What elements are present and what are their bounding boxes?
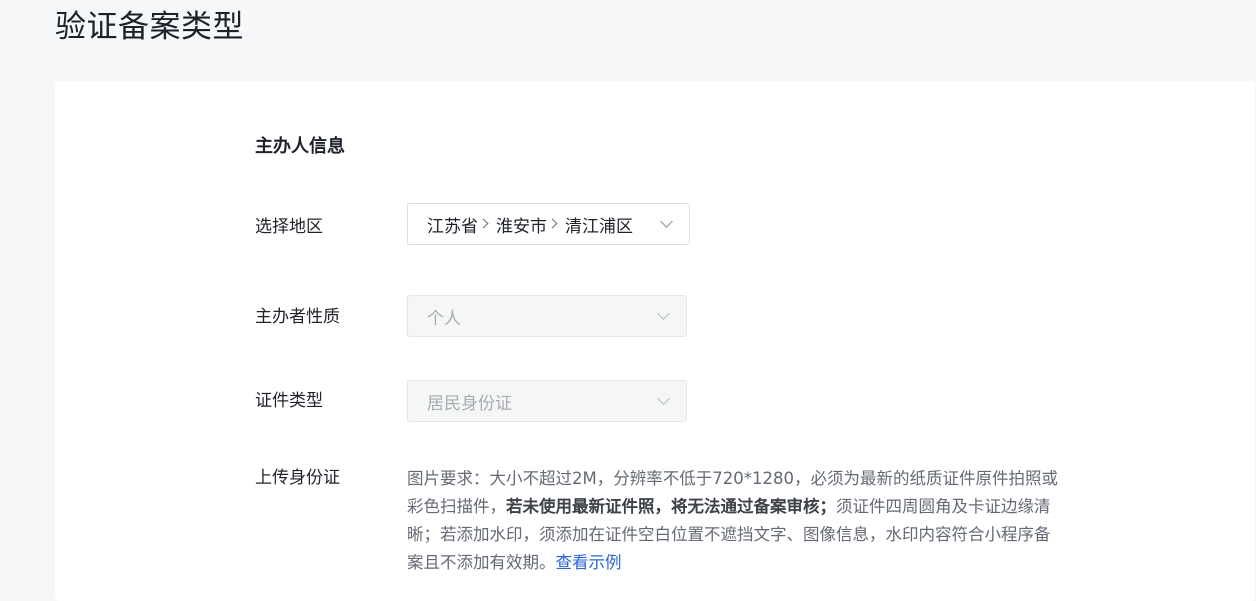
id-type-label: 证件类型 (255, 391, 323, 411)
upload-requirements: 图片要求：大小不超过2M，分辨率不低于720*1280，必须为最新的纸质证件原件… (407, 465, 1062, 577)
organizer-type-label: 主办者性质 (255, 307, 340, 327)
requirement-warning: 若未使用最新证件照，将无法通过备案审核； (506, 497, 836, 516)
chevron-right-icon (478, 218, 489, 228)
region-province: 江苏省 (427, 216, 478, 237)
form-card: 主办人信息 选择地区 江苏省 淮安市 清江浦区 主办者性质 个人 证件类型 居民… (55, 81, 1255, 601)
id-type-select[interactable]: 居民身份证 (407, 380, 687, 422)
id-type-value: 居民身份证 (427, 393, 512, 414)
organizer-type-select[interactable]: 个人 (407, 295, 687, 337)
chevron-down-icon (660, 215, 673, 228)
chevron-right-icon (547, 218, 558, 228)
region-label: 选择地区 (255, 217, 323, 237)
section-title: 主办人信息 (255, 136, 345, 157)
region-district: 清江浦区 (565, 216, 633, 237)
chevron-down-icon (657, 392, 670, 405)
chevron-down-icon (657, 307, 670, 320)
organizer-type-value: 个人 (427, 308, 461, 329)
region-city: 淮安市 (496, 216, 547, 237)
page-title: 验证备案类型 (55, 9, 244, 45)
upload-id-label: 上传身份证 (255, 468, 340, 488)
view-example-link[interactable]: 查看示例 (556, 553, 622, 572)
region-select[interactable]: 江苏省 淮安市 清江浦区 (407, 203, 690, 245)
